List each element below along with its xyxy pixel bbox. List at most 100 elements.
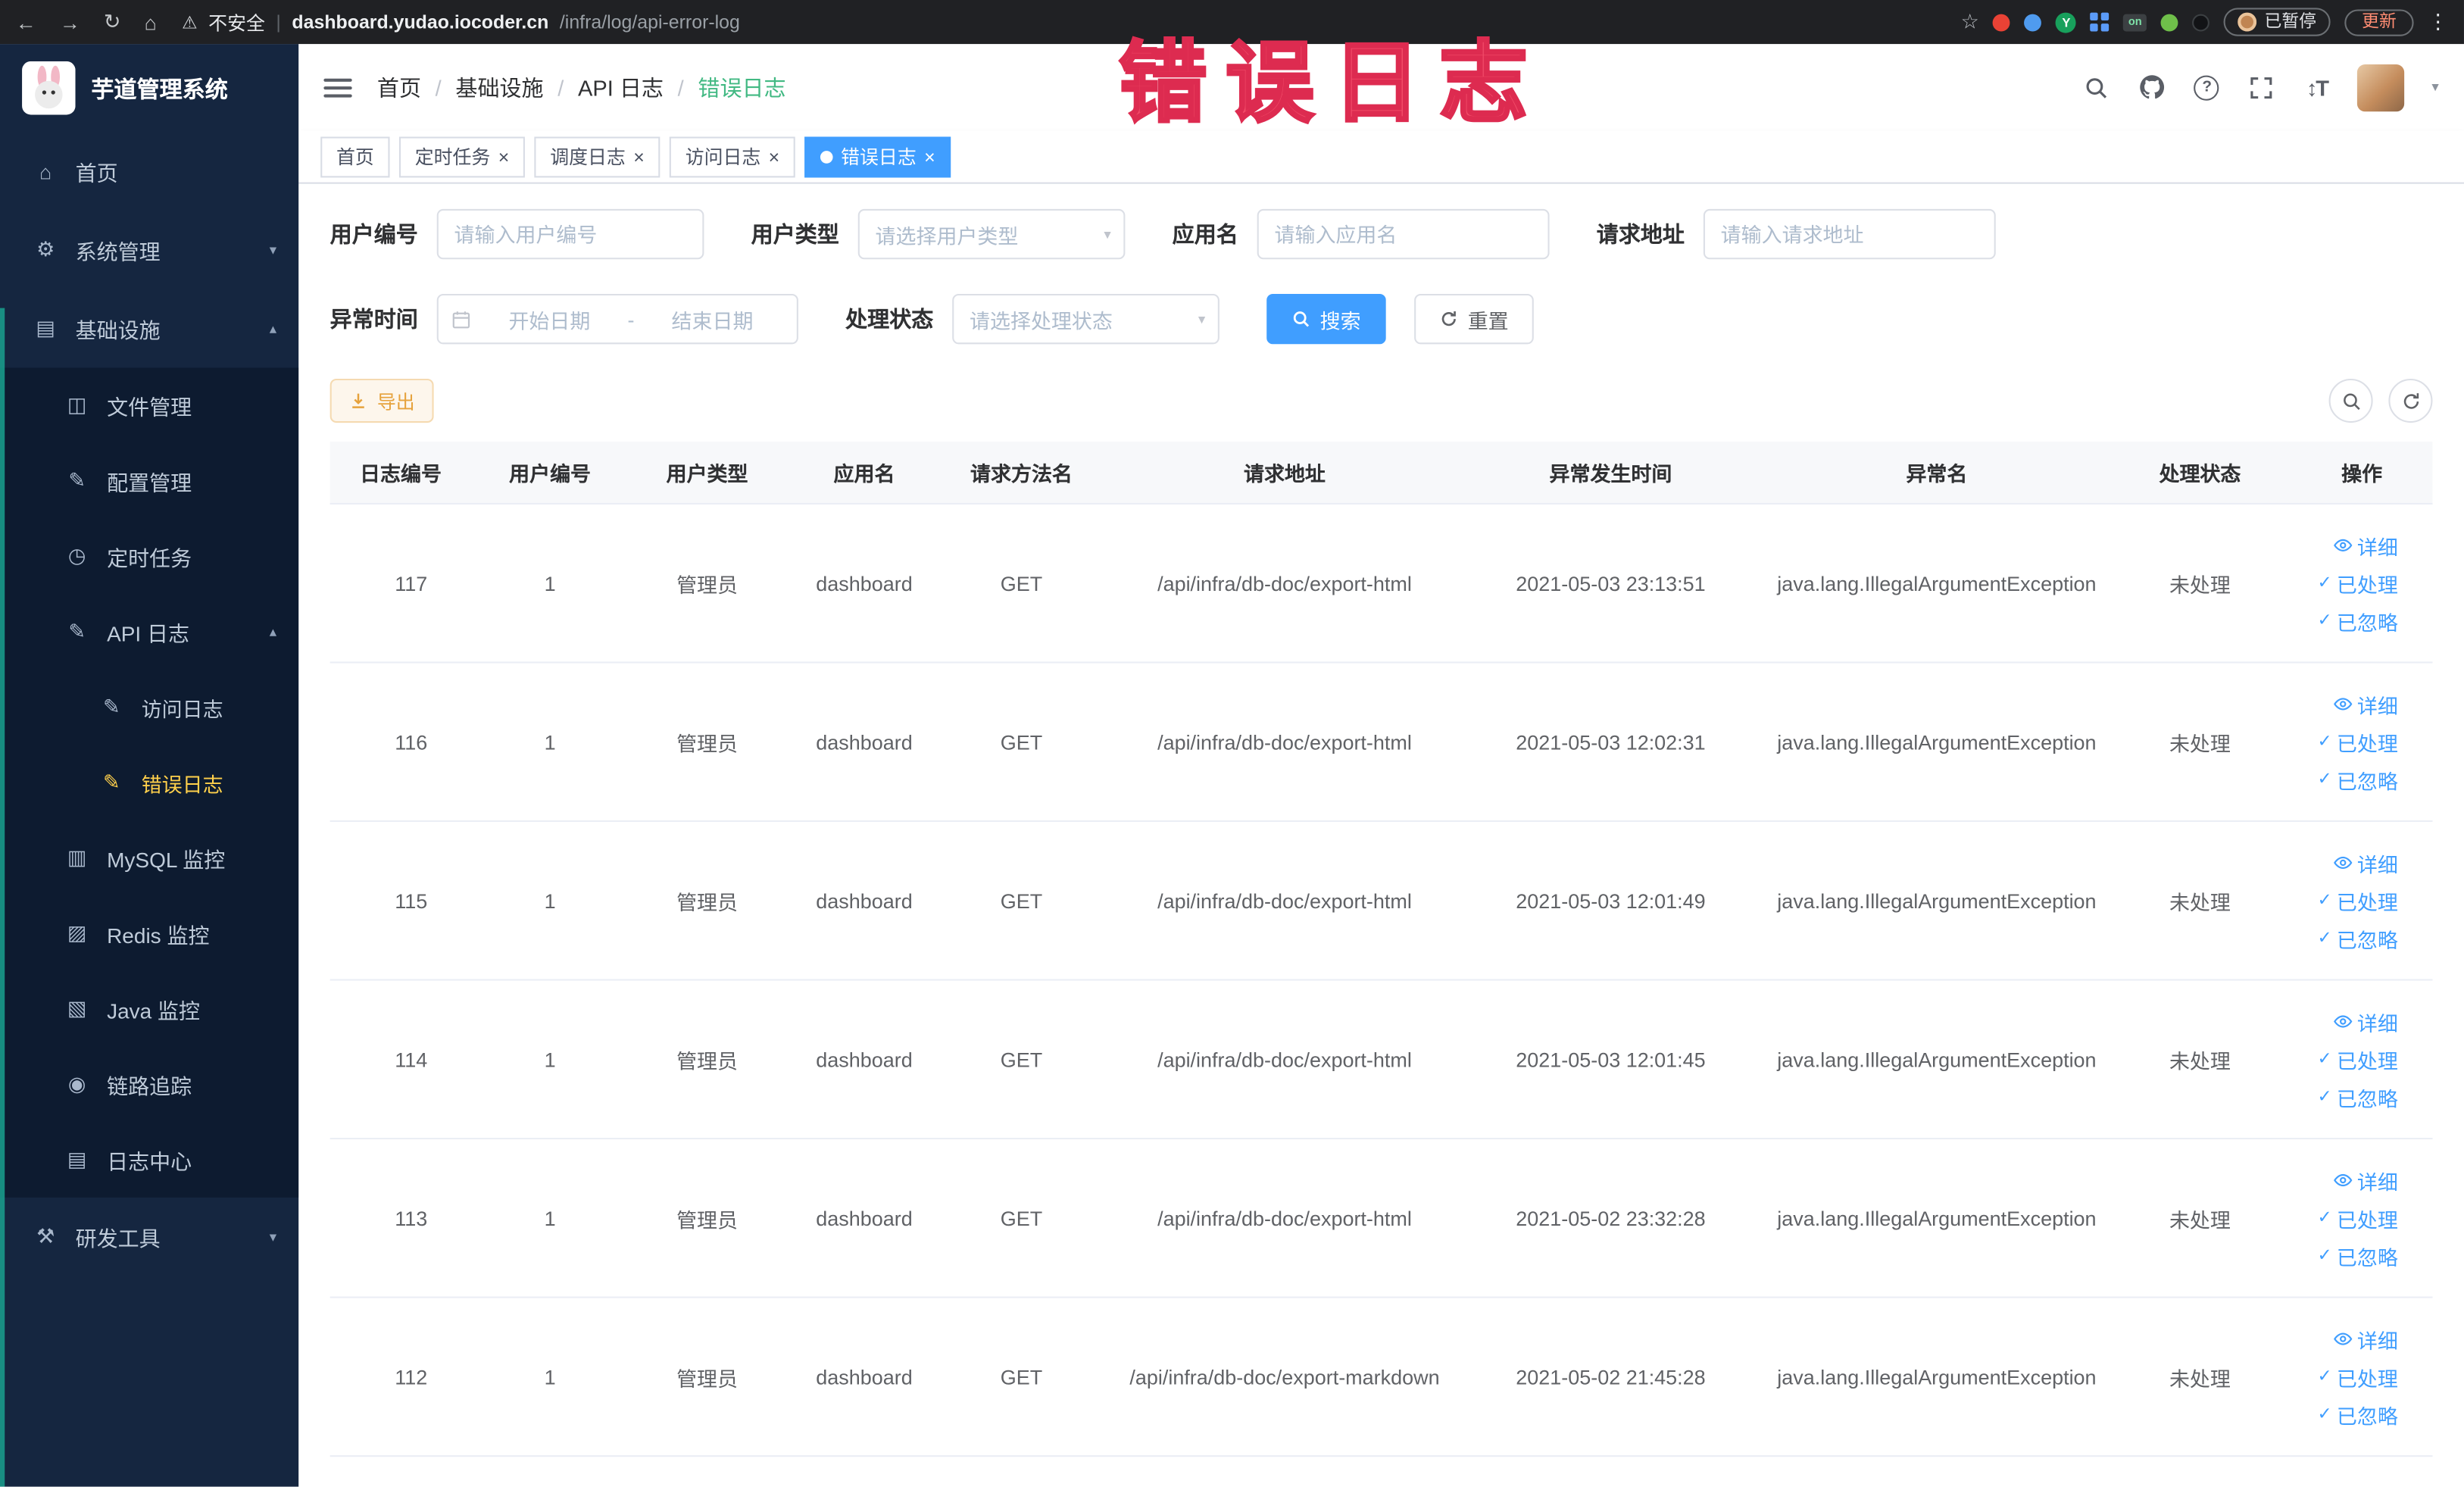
- help-icon[interactable]: ?: [2193, 73, 2221, 101]
- sidebar-item-system-mgmt[interactable]: ⚙ 系统管理 ▾: [0, 211, 298, 289]
- check-icon: ✓: [2317, 890, 2332, 910]
- mark-processed-link[interactable]: ✓ 已处理: [2318, 886, 2398, 915]
- sidebar-item-file-mgmt[interactable]: ◫ 文件管理: [0, 367, 298, 443]
- detail-link[interactable]: 详细: [2334, 530, 2398, 560]
- logo-rabbit-icon: [22, 61, 76, 115]
- check-icon: ✓: [2317, 573, 2332, 592]
- sidebar-item-link-trace[interactable]: ◉ 链路追踪: [0, 1047, 298, 1123]
- tab-dispatch-log[interactable]: 调度日志 ×: [534, 136, 661, 177]
- search-button[interactable]: 搜索: [1266, 293, 1386, 345]
- date-range-picker[interactable]: 开始日期 - 结束日期: [436, 293, 798, 345]
- sidebar-item-log-center[interactable]: ▤ 日志中心: [0, 1122, 298, 1198]
- browser-nav: ← → ↻ ⌂: [16, 9, 157, 34]
- tab-close-icon[interactable]: ×: [769, 147, 780, 166]
- exception-time-label: 异常时间: [329, 306, 418, 332]
- detail-link-label: 详细: [2356, 693, 2398, 718]
- avatar[interactable]: [2357, 64, 2406, 111]
- cell-method: GET: [1000, 571, 1043, 595]
- github-icon[interactable]: [2138, 73, 2166, 101]
- toggle-search-button[interactable]: [2328, 378, 2373, 423]
- breadcrumb-api-logs[interactable]: API 日志: [578, 71, 664, 102]
- tab-close-icon[interactable]: ×: [924, 147, 935, 166]
- user-id-input[interactable]: [436, 208, 704, 260]
- col-user-id: 用户编号: [509, 461, 592, 486]
- sidebar-item-access-log[interactable]: ✎ 访问日志: [0, 670, 298, 745]
- extension-icon-dark[interactable]: [2192, 13, 2209, 31]
- back-button[interactable]: ←: [16, 10, 36, 33]
- sidebar-item-redis-monitor[interactable]: ▨ Redis 监控: [0, 896, 298, 972]
- cell-log-id: 116: [395, 729, 428, 754]
- mark-ignored-link[interactable]: ✓ 已忽略: [2318, 764, 2398, 794]
- mark-ignored-link[interactable]: ✓ 已忽略: [2318, 1082, 2398, 1111]
- sidebar-item-scheduled-jobs[interactable]: ◷ 定时任务: [0, 519, 298, 595]
- col-actions: 操作: [2341, 461, 2383, 486]
- sidebar-item-error-log[interactable]: ✎ 错误日志: [0, 745, 298, 820]
- bookmark-star-icon[interactable]: ☆: [1961, 9, 1979, 34]
- mark-ignored-link[interactable]: ✓ 已忽略: [2318, 1241, 2398, 1270]
- search-icon[interactable]: [2083, 73, 2111, 101]
- cell-user-id: 1: [544, 1047, 556, 1071]
- detail-link[interactable]: 详细: [2334, 1324, 2398, 1354]
- app-logo[interactable]: 芋道管理系统: [0, 44, 298, 132]
- extension-icon-leaf[interactable]: [2160, 13, 2178, 31]
- detail-link[interactable]: 详细: [2334, 689, 2398, 719]
- mark-ignored-link[interactable]: ✓ 已忽略: [2318, 606, 2398, 636]
- tab-close-icon[interactable]: ×: [633, 147, 645, 166]
- address-bar[interactable]: ⚠ 不安全 | dashboard.yudao.iocoder.cn/infra…: [182, 8, 1948, 35]
- extension-icon-on-badge[interactable]: on: [2123, 13, 2147, 31]
- gear-icon: ⚙: [36, 237, 55, 261]
- extension-icon-green[interactable]: Y: [2056, 11, 2077, 33]
- detail-link[interactable]: 详细: [2334, 848, 2398, 877]
- filter-user-type: 用户类型 请选择用户类型 ▾: [751, 208, 1126, 260]
- home-button[interactable]: ⌂: [145, 10, 157, 33]
- browser-menu-icon[interactable]: ⋮: [2428, 9, 2448, 34]
- app-title: 芋道管理系统: [91, 77, 228, 103]
- extension-icon-grid[interactable]: [2091, 12, 2110, 32]
- export-button[interactable]: 导出: [329, 378, 434, 423]
- sidebar-item-infrastructure[interactable]: ▤ 基础设施 ▴: [0, 289, 298, 368]
- cell-request-url: /api/infra/db-doc/export-html: [1157, 889, 1412, 913]
- mark-processed-link[interactable]: ✓ 已处理: [2318, 1362, 2398, 1392]
- forward-button[interactable]: →: [60, 10, 80, 33]
- request-url-input[interactable]: [1703, 208, 1996, 260]
- extension-icon-blue[interactable]: [2024, 13, 2042, 31]
- mark-ignored-link[interactable]: ✓ 已忽略: [2318, 923, 2398, 953]
- sidebar-item-mysql-monitor[interactable]: ▥ MySQL 监控: [0, 820, 298, 896]
- font-size-icon[interactable]: ↕T: [2303, 73, 2331, 101]
- breadcrumb-infrastructure[interactable]: 基础设施: [455, 71, 543, 102]
- tab-home[interactable]: 首页: [320, 136, 390, 177]
- tab-error-log[interactable]: 错误日志 ×: [804, 136, 951, 177]
- avatar-caret-icon[interactable]: ▾: [2431, 79, 2438, 96]
- sidebar-item-api-logs[interactable]: ✎ API 日志 ▴: [0, 594, 298, 670]
- sidebar-collapse-icon[interactable]: [323, 77, 352, 97]
- reset-button[interactable]: 重置: [1414, 293, 1534, 345]
- export-button-label: 导出: [376, 390, 415, 413]
- user-type-select[interactable]: 请选择用户类型 ▾: [857, 208, 1126, 260]
- mark-processed-link[interactable]: ✓ 已处理: [2318, 1203, 2398, 1232]
- sidebar-item-home[interactable]: ⌂ 首页: [0, 132, 298, 211]
- refresh-table-button[interactable]: [2388, 378, 2433, 423]
- app-name-input[interactable]: [1257, 208, 1550, 260]
- extension-icon-red[interactable]: [1993, 13, 2011, 31]
- detail-link[interactable]: 详细: [2334, 1165, 2398, 1195]
- tab-scheduled-jobs[interactable]: 定时任务 ×: [398, 136, 526, 177]
- sidebar-item-dev-tools[interactable]: ⚒ 研发工具 ▾: [0, 1198, 298, 1276]
- fullscreen-icon[interactable]: [2248, 73, 2276, 101]
- mark-processed-link[interactable]: ✓ 已处理: [2318, 1045, 2398, 1074]
- breadcrumb-home[interactable]: 首页: [377, 71, 421, 102]
- mark-processed-link[interactable]: ✓ 已处理: [2318, 727, 2398, 757]
- process-status-select[interactable]: 请选择处理状态 ▾: [952, 293, 1220, 345]
- tampermonkey-paused-badge[interactable]: 已暂停: [2223, 8, 2331, 36]
- sidebar-item-java-monitor[interactable]: ▧ Java 监控: [0, 971, 298, 1047]
- tab-access-log[interactable]: 访问日志 ×: [669, 136, 795, 177]
- detail-link[interactable]: 详细: [2334, 1007, 2398, 1036]
- sidebar-item-config-mgmt[interactable]: ✎ 配置管理: [0, 443, 298, 519]
- reload-button[interactable]: ↻: [104, 9, 121, 34]
- mark-processed-link[interactable]: ✓ 已处理: [2318, 568, 2398, 598]
- tab-close-icon[interactable]: ×: [498, 147, 510, 166]
- sidebar-scrollbar[interactable]: [0, 308, 5, 1487]
- browser-update-button[interactable]: 更新: [2344, 8, 2414, 36]
- mark-ignored-link[interactable]: ✓ 已忽略: [2318, 1399, 2398, 1429]
- select-placeholder: 请选择用户类型: [875, 223, 1019, 248]
- sidebar-item-label: 文件管理: [107, 395, 192, 420]
